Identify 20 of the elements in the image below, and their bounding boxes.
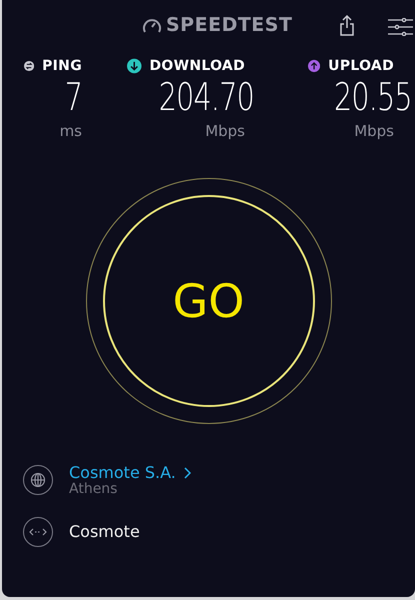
metric-value: 7 [64, 78, 82, 116]
server-name[interactable]: Cosmote [69, 520, 140, 544]
metric-value: 204.70 [158, 78, 254, 116]
provider-location: Athens [69, 482, 118, 497]
metric-unit: ms [60, 122, 82, 140]
provider-link[interactable]: Cosmote S.A. [69, 464, 176, 482]
metric-value: 20.55 [334, 78, 412, 116]
gauge-icon [142, 16, 162, 34]
metric-label: PING [42, 59, 82, 73]
speedtest-logo: SPEEDTEST [166, 16, 292, 35]
metric-unit: Mbps [205, 122, 245, 140]
globe-icon [23, 465, 53, 496]
share-icon[interactable] [340, 14, 354, 36]
server-icon[interactable] [23, 516, 53, 547]
settings-icon[interactable] [388, 18, 414, 36]
go-button[interactable]: GO [86, 178, 332, 424]
chevron-icon[interactable] [184, 466, 191, 479]
metric-unit: Mbps [354, 122, 394, 140]
metric-label: DOWNLOAD [150, 59, 245, 73]
metric-label: UPLOAD [328, 59, 394, 73]
